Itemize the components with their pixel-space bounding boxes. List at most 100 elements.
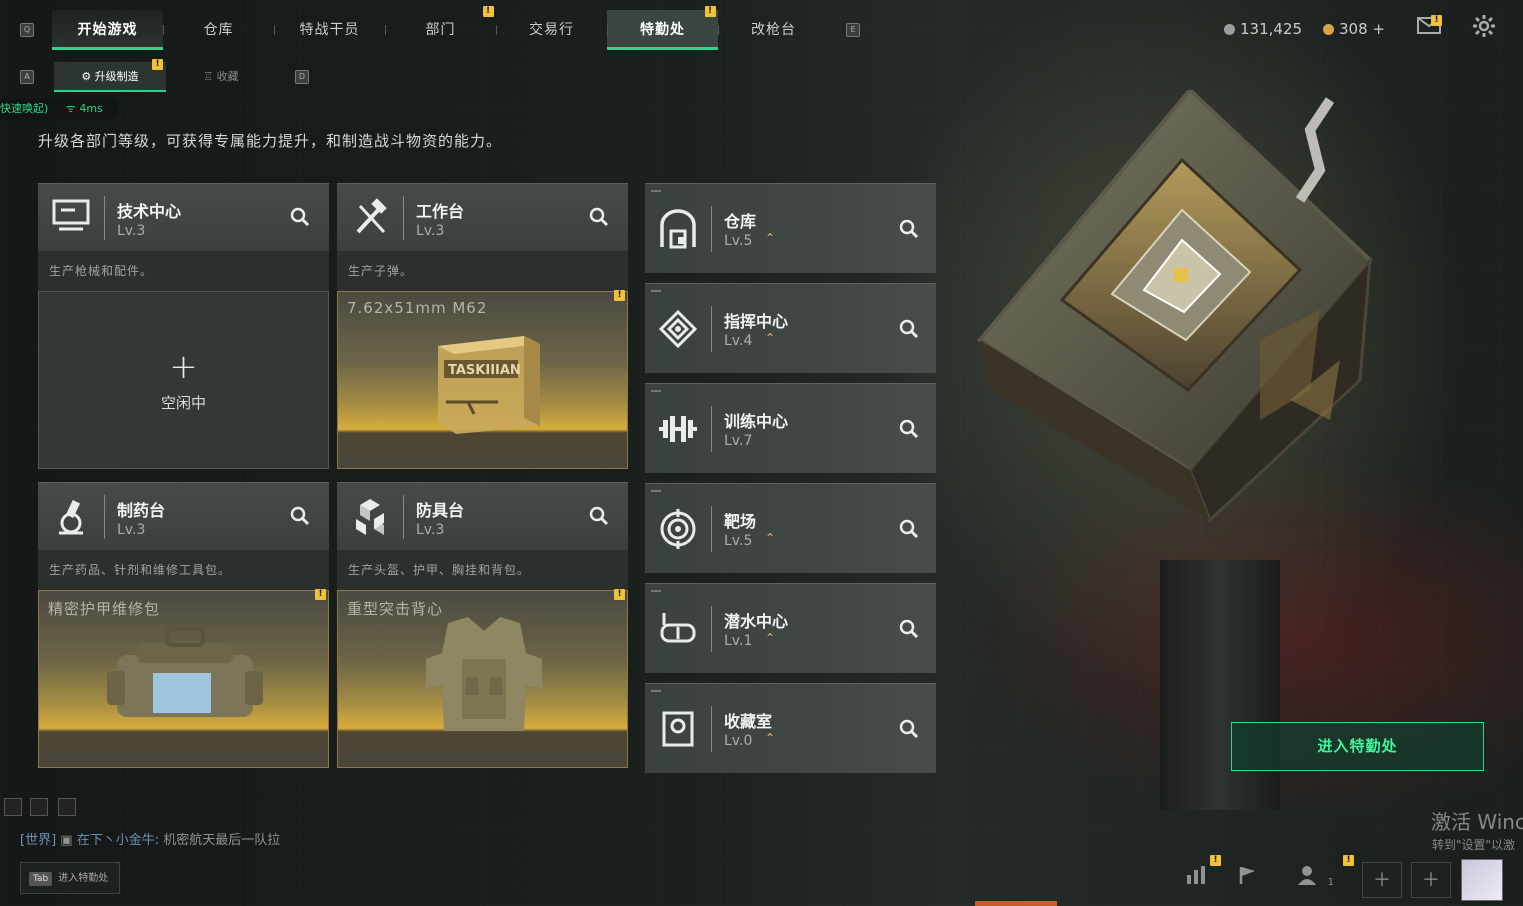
diving-mask-icon (657, 609, 699, 649)
station-workbench: 工作台 Lv.3 生产子弹。 7.62x51mm M62 ! TASKIIIAN (337, 183, 628, 469)
tab-gunsmith[interactable]: 改枪台 (718, 10, 829, 50)
search-icon[interactable] (588, 505, 612, 529)
tab-departments-label: 部门 (425, 22, 456, 38)
d-key-hint: D (295, 70, 309, 84)
search-icon[interactable] (898, 718, 922, 742)
search-icon[interactable] (898, 318, 922, 342)
station-description: 生产子弹。 (337, 251, 628, 291)
premium-coin-icon (1323, 23, 1334, 35)
station-description: 生产头盔、护甲、胸挂和背包。 (337, 550, 628, 590)
station-level: Lv.3 (117, 522, 146, 538)
main-tabs: 开始游戏 仓库 特战干员 部门 ! 交易行 特勤处 ! 改枪台 (52, 6, 829, 50)
add-teammate-button[interactable]: ＋ (1362, 862, 1402, 898)
a-key-hint: A (20, 70, 34, 84)
tab-special-ops[interactable]: 特勤处 ! (607, 6, 718, 50)
subtab-upgrade-craft[interactable]: ⚙ 升级制造 (54, 62, 166, 92)
search-icon[interactable] (289, 505, 313, 529)
add-teammate-button[interactable]: ＋ (1411, 862, 1451, 898)
station-level: Lv.3 (416, 522, 445, 538)
department-level: Lv.7 (724, 433, 753, 449)
friends-icon[interactable]: 1 (1292, 862, 1340, 898)
station-header[interactable]: 防具台 Lv.3 (337, 482, 628, 550)
monitor-icon (50, 198, 92, 238)
tab-key: Tab (29, 872, 53, 886)
department-level: Lv.0 (724, 733, 753, 749)
trophy-case-icon (657, 709, 699, 749)
production-slot-active[interactable]: 7.62x51mm M62 ! TASKIIIAN (337, 290, 628, 469)
tab-shortcut-hint[interactable]: Tab 进入特勤处 (20, 862, 120, 894)
chat-channel-icon[interactable] (30, 798, 48, 816)
notification-badge: ! (614, 589, 625, 600)
tab-warehouse[interactable]: 仓库 (163, 10, 274, 50)
production-slot-active[interactable]: 精密护甲维修包 ! (38, 589, 329, 768)
mail-badge: ! (1431, 15, 1442, 26)
production-slot-active[interactable]: 重型突击背心 ! (337, 589, 628, 768)
search-icon[interactable] (289, 206, 313, 230)
windows-activation-subtext: 转到"设置"以激 (1432, 838, 1516, 852)
chat-channel-icon[interactable] (4, 798, 22, 816)
target-icon (657, 509, 699, 549)
product-name: 精密护甲维修包 (48, 600, 161, 618)
divider (104, 495, 105, 539)
divider (711, 706, 712, 752)
department-diving-center[interactable]: 潜水中心 Lv.1 ⌃ (645, 583, 936, 673)
settings-gear-icon[interactable] (1472, 14, 1496, 43)
department-command-center[interactable]: 指挥中心 Lv.4 ⌃ (645, 283, 936, 373)
tab-trading[interactable]: 交易行 (496, 10, 607, 50)
craft-icon: ⚙ (81, 70, 95, 83)
department-level: Lv.4 (724, 333, 753, 349)
search-icon[interactable] (898, 518, 922, 542)
divider (104, 196, 105, 240)
station-tech-center: 技术中心 Lv.3 生产枪械和配件。 + 空闲中 (38, 183, 329, 469)
divider (711, 206, 712, 252)
station-description: 生产药品、针剂和维修工具包。 (38, 550, 329, 590)
department-collection-room[interactable]: 收藏室 Lv.0 ⌃ (645, 683, 936, 773)
hammer-wrench-icon (349, 198, 391, 238)
currency-hafcoin[interactable]: 131,425 (1224, 20, 1302, 38)
enter-special-ops-button[interactable]: 进入特勤处 (1231, 722, 1484, 771)
currency-premium[interactable]: 308 + (1323, 20, 1385, 38)
page-description: 升级各部门等级，可获得专属能力提升，和制造战斗物资的能力。 (38, 132, 503, 150)
q-key-hint: Q (20, 23, 34, 37)
tab-start-game[interactable]: 开始游戏 (52, 10, 163, 50)
stats-chart-icon[interactable] (1176, 862, 1216, 898)
windows-activation-watermark: 激活 Winc (1431, 810, 1523, 834)
search-icon[interactable] (898, 418, 922, 442)
tab-departments[interactable]: 部门 ! (385, 6, 496, 50)
collection-icon: ♖ (203, 70, 217, 83)
search-icon[interactable] (898, 618, 922, 642)
command-center-icon (657, 309, 699, 349)
tab-operators[interactable]: 特战干员 (274, 10, 385, 50)
subtab-collection-label: 收藏 (216, 70, 239, 83)
subtab-collection[interactable]: ♖ 收藏 (168, 62, 274, 92)
station-armor-bench: 防具台 Lv.3 生产头盔、护甲、胸挂和背包。 重型突击背心 ! (337, 482, 628, 768)
divider (711, 506, 712, 552)
station-header[interactable]: 工作台 Lv.3 (337, 183, 628, 251)
notification-badge: ! (1210, 855, 1221, 866)
chat-user-icon: ▣ (60, 833, 73, 848)
cube-pillar (1160, 560, 1280, 810)
station-header[interactable]: 技术中心 Lv.3 (38, 183, 329, 251)
chat-message[interactable]: [世界] ▣ 在下丶小金牛: 机密航天最后一队拉 (20, 829, 280, 848)
station-header[interactable]: 制药台 Lv.3 (38, 482, 329, 550)
notification-badge: ! (483, 6, 494, 17)
divider (711, 306, 712, 352)
station-name: 工作台 (416, 202, 465, 221)
player-avatar[interactable] (1461, 859, 1503, 901)
department-shooting-range[interactable]: 靶场 Lv.5 ⌃ (645, 483, 936, 573)
ammo-box-label: TASKIIIAN (448, 363, 521, 378)
department-warehouse[interactable]: 仓库 Lv.5 ⌃ (645, 183, 936, 273)
notification-badge: ! (1343, 855, 1354, 866)
upgrade-available-icon: ⌃ (765, 331, 776, 345)
production-slot-idle[interactable]: + 空闲中 (38, 291, 329, 469)
department-training-center[interactable]: 训练中心 Lv.7 (645, 383, 936, 473)
upgrade-available-icon: ⌃ (765, 231, 776, 245)
tab-special-ops-label: 特勤处 (640, 22, 685, 38)
divider (711, 406, 712, 452)
search-icon[interactable] (588, 206, 612, 230)
flag-icon[interactable] (1228, 862, 1268, 898)
top-navigation-bar: Q 开始游戏 仓库 特战干员 部门 ! 交易行 特勤处 ! 改枪台 E 131,… (0, 0, 1523, 52)
search-icon[interactable] (898, 218, 922, 242)
chat-channel-icon[interactable] (58, 798, 76, 816)
department-name: 训练中心 (724, 412, 789, 431)
